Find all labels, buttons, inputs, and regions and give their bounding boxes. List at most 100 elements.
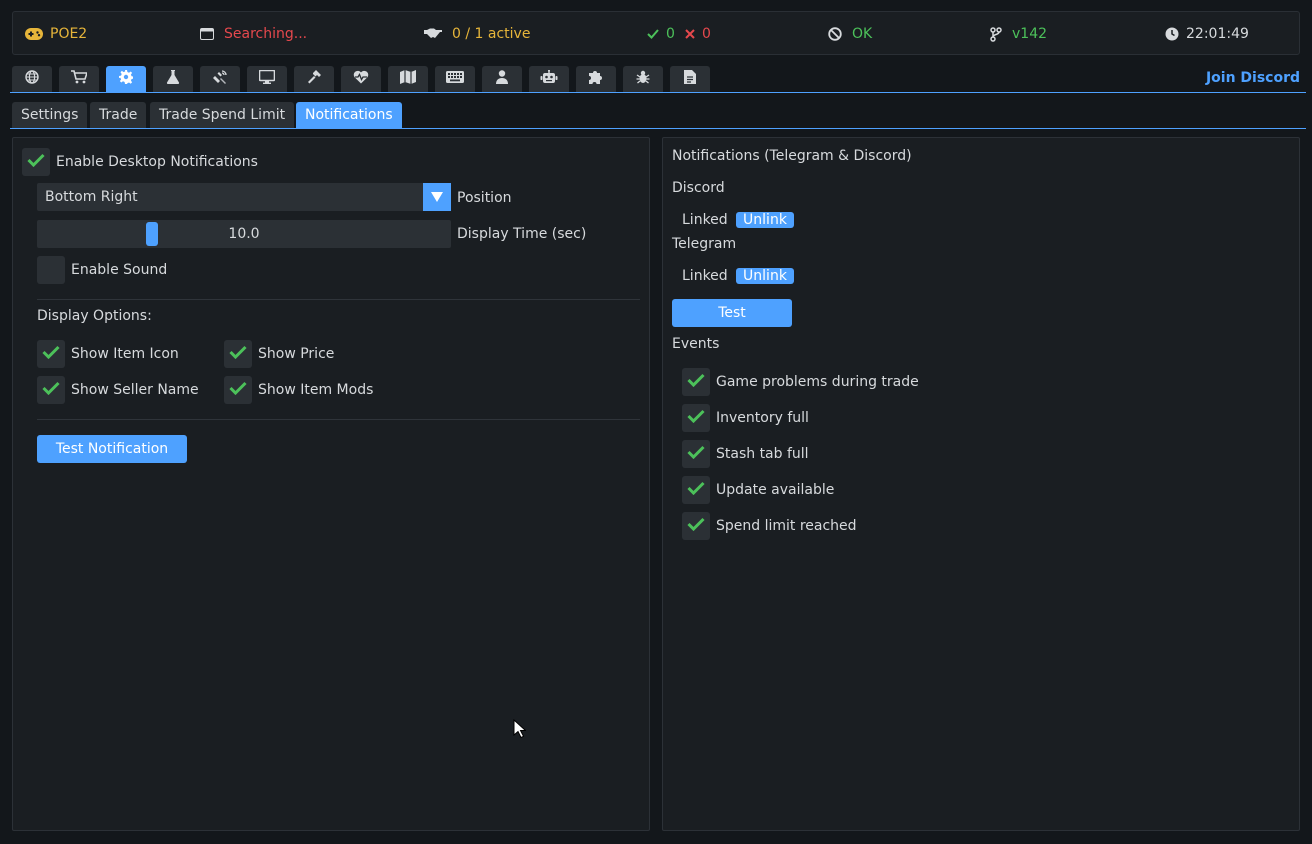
display-options-heading: Display Options: (37, 308, 152, 324)
remote-notifications-heading: Notifications (Telegram & Discord) (672, 148, 912, 164)
telegram-label: Telegram (672, 236, 737, 252)
show-price-checkbox[interactable] (224, 340, 252, 368)
gear-icon (119, 70, 134, 88)
fail-count-text: 0 (702, 26, 711, 42)
version-indicator: v142 (990, 12, 1047, 56)
show-price-label: Show Price (258, 346, 335, 362)
user-icon (496, 70, 508, 88)
check-icon (687, 409, 705, 427)
events-heading: Events (672, 336, 720, 352)
game-name: POE2 (50, 26, 88, 42)
tab-map[interactable] (388, 66, 428, 92)
map-icon (400, 70, 416, 88)
game-indicator: POE2 (25, 12, 87, 56)
check-icon (27, 153, 45, 171)
telegram-unlink-button[interactable]: Unlink (736, 268, 794, 284)
document-icon (684, 70, 696, 88)
window-icon (200, 28, 214, 40)
tab-robot[interactable] (529, 66, 569, 92)
subtab-notifications[interactable]: Notifications (296, 102, 402, 128)
event-stash-tab-full-label: Stash tab full (716, 446, 809, 462)
cart-icon (71, 70, 89, 88)
test-remote-button[interactable]: Test (672, 299, 792, 327)
active-count-text: 0 / 1 active (452, 26, 531, 42)
tab-globe[interactable] (12, 66, 52, 92)
show-item-icon-checkbox[interactable] (37, 340, 65, 368)
clock-icon (1165, 27, 1179, 41)
display-time-slider[interactable]: 10.0 (37, 220, 451, 248)
event-inventory-full-label: Inventory full (716, 410, 809, 426)
check-icon (687, 481, 705, 499)
success-count: 0 (647, 12, 675, 56)
event-game-problems-checkbox[interactable] (682, 368, 710, 396)
event-inventory-full-checkbox[interactable] (682, 404, 710, 432)
robot-icon (540, 69, 558, 88)
enable-sound-label: Enable Sound (71, 262, 168, 278)
show-item-icon-label: Show Item Icon (71, 346, 179, 362)
puzzle-icon (589, 70, 603, 88)
subtab-trade[interactable]: Trade (90, 102, 147, 128)
tab-plugins[interactable] (576, 66, 616, 92)
tab-hammer[interactable] (294, 66, 334, 92)
hammer-icon (307, 70, 321, 88)
branch-icon (990, 26, 1002, 42)
globe-icon (25, 70, 39, 88)
discord-unlink-button[interactable]: Unlink (736, 212, 794, 228)
tab-satellite[interactable] (200, 66, 240, 92)
clock-text: 22:01:49 (1186, 26, 1249, 42)
telegram-status: Linked (682, 268, 728, 284)
section-divider (37, 299, 640, 300)
mouse-cursor-icon (513, 718, 527, 743)
tab-cart[interactable] (59, 66, 99, 92)
handshake-icon (424, 28, 442, 40)
flask-icon (166, 70, 180, 88)
show-seller-name-label: Show Seller Name (71, 382, 199, 398)
event-stash-tab-full-checkbox[interactable] (682, 440, 710, 468)
tab-keyboard[interactable] (435, 66, 475, 92)
show-seller-name-checkbox[interactable] (37, 376, 65, 404)
tab-health[interactable] (341, 66, 381, 92)
bug-icon (636, 70, 650, 88)
subtab-divider (10, 128, 1306, 129)
test-notification-button[interactable]: Test Notification (37, 435, 187, 463)
enable-desktop-notifications-label: Enable Desktop Notifications (56, 154, 258, 170)
display-time-label: Display Time (sec) (457, 226, 587, 242)
success-count-text: 0 (666, 26, 675, 42)
monitor-icon (258, 69, 276, 88)
event-spend-limit-checkbox[interactable] (682, 512, 710, 540)
search-status: Searching... (200, 12, 307, 56)
tab-logs[interactable] (670, 66, 710, 92)
connection-text: OK (852, 26, 873, 42)
check-icon (687, 445, 705, 463)
tab-flask[interactable] (153, 66, 193, 92)
search-status-text: Searching... (224, 26, 308, 42)
enable-sound-checkbox[interactable] (37, 256, 65, 284)
show-item-mods-label: Show Item Mods (258, 382, 374, 398)
join-discord-link[interactable]: Join Discord (1206, 70, 1300, 86)
check-icon (229, 381, 247, 399)
subtab-settings[interactable]: Settings (12, 102, 88, 128)
tab-settings-gear[interactable] (106, 66, 146, 92)
check-icon (647, 29, 659, 39)
position-select[interactable]: Bottom Right (37, 183, 451, 211)
enable-desktop-notifications-checkbox[interactable] (22, 148, 50, 176)
tab-user[interactable] (482, 66, 522, 92)
event-game-problems-label: Game problems during trade (716, 374, 919, 390)
tab-debug[interactable] (623, 66, 663, 92)
chevron-down-icon (423, 183, 451, 211)
active-count: 0 / 1 active (424, 12, 530, 56)
status-bar: POE2 Searching... 0 / 1 active 0 0 OK v1… (12, 11, 1300, 55)
heartbeat-icon (353, 70, 369, 88)
event-spend-limit-label: Spend limit reached (716, 518, 857, 534)
event-update-available-label: Update available (716, 482, 835, 498)
satellite-icon (213, 70, 227, 88)
event-update-available-checkbox[interactable] (682, 476, 710, 504)
check-icon (42, 345, 60, 363)
position-value: Bottom Right (45, 189, 138, 205)
show-item-mods-checkbox[interactable] (224, 376, 252, 404)
subtab-trade-spend-limit[interactable]: Trade Spend Limit (150, 102, 295, 128)
connection-status: OK (828, 12, 872, 56)
x-icon (685, 29, 695, 39)
discord-label: Discord (672, 180, 725, 196)
tab-monitor[interactable] (247, 66, 287, 92)
